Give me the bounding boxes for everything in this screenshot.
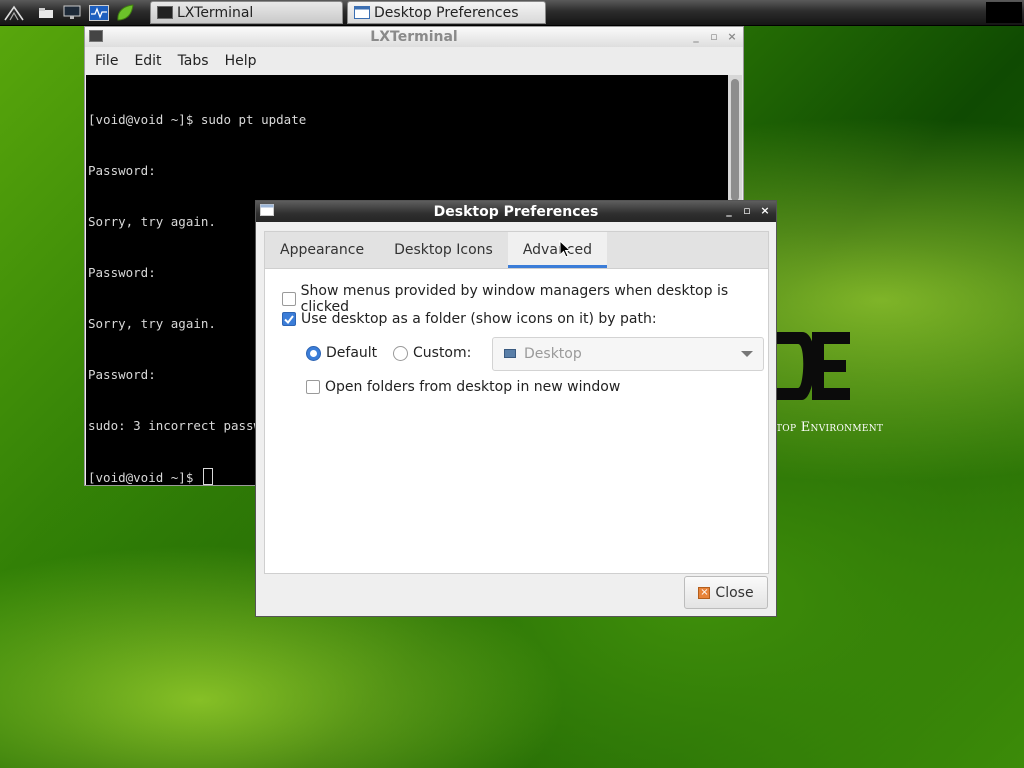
desktop-preferences-dialog: Desktop Preferences _ ▫ × Appearance Des…	[255, 200, 777, 617]
tab-advanced[interactable]: Advanced	[507, 232, 608, 268]
custom-path-option[interactable]: Custom:	[393, 345, 471, 361]
close-icon: ×	[698, 586, 711, 599]
window-icon	[260, 204, 274, 216]
monitor-icon[interactable]	[62, 3, 82, 22]
default-radio[interactable]	[306, 345, 321, 361]
mouse-pointer-icon	[559, 240, 571, 258]
desktop-path-select[interactable]: Desktop	[492, 337, 764, 371]
dialog-title: Desktop Preferences	[433, 203, 599, 220]
close-icon[interactable]: ×	[725, 30, 739, 44]
menu-help[interactable]: Help	[217, 53, 265, 69]
terminal-scrollbar-thumb[interactable]	[731, 79, 739, 201]
terminal-titlebar[interactable]: LXTerminal _ ▫ ×	[85, 27, 743, 47]
taskbar-item-lxterminal[interactable]: LXTerminal	[150, 1, 343, 24]
taskbar-item-label: LXTerminal	[177, 4, 254, 21]
terminal-cursor	[202, 468, 213, 485]
desktop-logo-subtitle: top Environment	[776, 420, 884, 435]
tab-appearance[interactable]: Appearance	[265, 232, 379, 268]
menu-tabs[interactable]: Tabs	[170, 53, 217, 69]
menu-file[interactable]: File	[87, 53, 126, 69]
taskbar-item-label: Desktop Preferences	[374, 4, 519, 21]
maximize-icon[interactable]: ▫	[740, 204, 754, 218]
open-new-window-checkbox[interactable]	[306, 380, 320, 394]
terminal-line: [void@void ~]$ sudo pt update	[88, 112, 307, 127]
use-desktop-folder-label: Use desktop as a folder (show icons on i…	[301, 311, 657, 327]
minimize-icon[interactable]: _	[722, 204, 736, 218]
close-button-label: Close	[715, 584, 754, 601]
checkmark-icon	[284, 314, 294, 324]
chevron-down-icon	[741, 351, 753, 357]
tab-bar: Appearance Desktop Icons Advanced	[264, 231, 769, 268]
use-desktop-folder-checkbox[interactable]	[282, 312, 296, 326]
taskbar-item-desktop-preferences[interactable]: Desktop Preferences	[347, 1, 546, 24]
advanced-panel: Show menus provided by window managers w…	[264, 268, 769, 574]
lxde-logo	[774, 332, 850, 400]
default-label: Default	[326, 345, 378, 361]
close-icon[interactable]: ×	[758, 204, 772, 218]
terminal-icon	[157, 6, 173, 19]
terminal-icon	[89, 30, 103, 42]
desktop-folder-icon	[504, 349, 516, 358]
system-tray[interactable]	[986, 2, 1022, 23]
custom-radio[interactable]	[393, 345, 408, 361]
default-path-option[interactable]: Default	[306, 345, 377, 361]
system-monitor-icon[interactable]	[89, 3, 109, 22]
app-menu-icon[interactable]	[4, 3, 24, 22]
taskbar: LXTerminal Desktop Preferences	[0, 0, 1024, 26]
maximize-icon[interactable]: ▫	[707, 30, 721, 44]
dialog-titlebar[interactable]: Desktop Preferences _ ▫ ×	[256, 201, 776, 222]
tab-desktop-icons[interactable]: Desktop Icons	[379, 232, 508, 268]
open-new-window-label: Open folders from desktop in new window	[325, 379, 621, 395]
minimize-icon[interactable]: _	[689, 30, 703, 44]
menu-edit[interactable]: Edit	[126, 53, 169, 69]
open-new-window-option[interactable]: Open folders from desktop in new window	[306, 379, 620, 395]
terminal-menubar: File Edit Tabs Help	[85, 47, 743, 75]
show-wm-menus-checkbox[interactable]	[282, 292, 296, 306]
file-manager-icon[interactable]	[36, 3, 56, 22]
use-desktop-folder-option[interactable]: Use desktop as a folder (show icons on i…	[282, 311, 657, 327]
close-button[interactable]: × Close	[684, 576, 768, 609]
desktop-path-value: Desktop	[524, 346, 582, 362]
terminal-prompt: [void@void ~]$	[88, 470, 201, 485]
window-icon	[354, 6, 370, 19]
terminal-title: LXTerminal	[370, 29, 458, 45]
custom-label: Custom:	[413, 345, 472, 361]
terminal-line: Password:	[88, 163, 156, 178]
leaf-icon[interactable]	[115, 3, 135, 22]
